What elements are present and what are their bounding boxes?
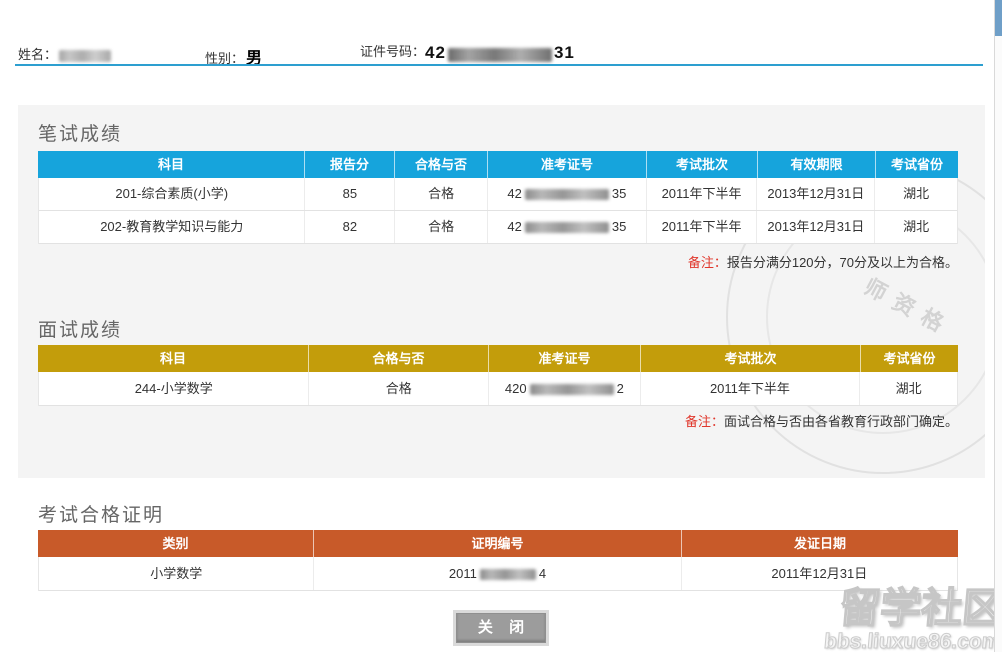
certificate-number-cell: 2011 4 [314, 557, 681, 590]
written-note: 备注：报告分满分120分，70分及以上为合格。 [38, 252, 958, 271]
id-number-suffix: 31 [554, 43, 575, 62]
column-header: 类别 [38, 530, 314, 557]
site-watermark: 留学社区 bbs.liuxue86.com [823, 588, 1002, 652]
subject-cell: 201-综合素质(小学) [39, 178, 305, 210]
interview-table-header: 科目 合格与否 准考证号 考试批次 考试省份 [38, 345, 958, 372]
certificate-table-header: 类别 证明编号 发证日期 [38, 530, 958, 557]
session-cell: 2011年下半年 [641, 372, 861, 405]
column-header: 考试省份 [876, 151, 958, 178]
written-score-table: 科目 报告分 合格与否 准考证号 考试批次 有效期限 考试省份 201-综合素质… [38, 151, 958, 244]
ticket-redacted [530, 384, 614, 395]
exam-score-page: 姓名： 性别：男 证件号码：4231 师资格 笔试成绩 科目 报告分 合格与否 … [0, 0, 1002, 652]
table-row: 202-教育教学知识与能力 82 合格 42 35 2011年下半年 2013年1… [39, 211, 957, 244]
note-text: 报告分满分120分，70分及以上为合格。 [727, 255, 958, 270]
session-cell: 2011年下半年 [647, 178, 758, 210]
ticket-suffix: 35 [612, 186, 626, 201]
column-header: 科目 [38, 345, 309, 372]
column-header: 合格与否 [309, 345, 489, 372]
column-header: 准考证号 [488, 151, 647, 178]
id-number-field: 证件号码：42 31 [360, 41, 575, 63]
certificate-title: 考试合格证明 [38, 500, 164, 527]
results-panel: 师资格 笔试成绩 科目 报告分 合格与否 准考证号 考试批次 有效期限 考试省份… [18, 105, 985, 478]
cert-number-prefix: 2011 [449, 566, 477, 581]
header-divider [15, 64, 983, 66]
note-label: 备注： [688, 255, 727, 270]
table-row: 244-小学数学 合格 420 2 2011年下半年 湖北 [39, 372, 957, 406]
pass-cell: 合格 [309, 372, 489, 405]
ticket-prefix: 420 [505, 381, 527, 396]
score-cell: 85 [305, 178, 395, 210]
ticket-cell: 420 2 [489, 372, 641, 405]
cert-number-redacted [480, 569, 536, 580]
ticket-redacted [525, 222, 609, 233]
id-number-prefix: 42 [425, 43, 446, 62]
written-table-header: 科目 报告分 合格与否 准考证号 考试批次 有效期限 考试省份 [38, 151, 958, 178]
column-header: 有效期限 [758, 151, 876, 178]
column-header: 科目 [38, 151, 305, 178]
column-header: 考试批次 [641, 345, 861, 372]
column-header: 证明编号 [314, 530, 682, 557]
column-header: 考试省份 [861, 345, 958, 372]
province-cell: 湖北 [875, 178, 957, 210]
name-redacted [59, 50, 111, 62]
identity-row: 姓名： 性别：男 证件号码：4231 [0, 44, 1002, 66]
ticket-suffix: 2 [617, 381, 624, 396]
close-button[interactable]: 关 闭 [456, 613, 546, 643]
ticket-cell: 42 35 [488, 178, 647, 210]
note-label: 备注： [685, 414, 724, 429]
session-cell: 2011年下半年 [647, 211, 758, 243]
ticket-prefix: 42 [507, 219, 521, 234]
name-label: 姓名： [18, 47, 57, 62]
ticket-redacted [525, 189, 609, 200]
column-header: 合格与否 [395, 151, 488, 178]
certificate-table: 类别 证明编号 发证日期 小学数学 20114 2011年12月31日 [38, 530, 958, 591]
note-text: 面试合格与否由各省教育行政部门确定。 [724, 414, 958, 429]
table-row: 201-综合素质(小学) 85 合格 42 35 2011年下半年 2013年12… [39, 178, 957, 211]
column-header: 报告分 [305, 151, 395, 178]
scrollbar-thumb[interactable] [995, 0, 1002, 36]
column-header: 考试批次 [647, 151, 758, 178]
province-cell: 湖北 [875, 211, 957, 243]
name-field: 姓名： [18, 44, 111, 63]
id-label: 证件号码： [360, 44, 425, 59]
score-cell: 82 [305, 211, 395, 243]
province-cell: 湖北 [860, 372, 957, 405]
ticket-cell: 42 35 [488, 211, 647, 243]
interview-score-title: 面试成绩 [38, 315, 122, 342]
category-cell: 小学数学 [39, 557, 314, 590]
written-score-title: 笔试成绩 [38, 119, 122, 146]
ticket-prefix: 42 [507, 186, 521, 201]
column-header: 准考证号 [489, 345, 641, 372]
site-watermark-title: 留学社区 [825, 588, 1002, 629]
valid-until-cell: 2013年12月31日 [757, 178, 875, 210]
subject-cell: 202-教育教学知识与能力 [39, 211, 305, 243]
scrollbar-track[interactable] [994, 0, 1002, 652]
valid-until-cell: 2013年12月31日 [757, 211, 875, 243]
pass-cell: 合格 [395, 178, 488, 210]
pass-cell: 合格 [395, 211, 488, 243]
column-header: 发证日期 [682, 530, 958, 557]
id-number-redacted [448, 48, 552, 62]
table-row: 小学数学 20114 2011年12月31日 [39, 557, 957, 591]
cert-number-suffix: 4 [539, 566, 546, 581]
interview-note: 备注：面试合格与否由各省教育行政部门确定。 [38, 411, 958, 430]
subject-cell: 244-小学数学 [39, 372, 309, 405]
interview-score-table: 科目 合格与否 准考证号 考试批次 考试省份 244-小学数学 合格 420 2 … [38, 345, 958, 406]
ticket-suffix: 35 [612, 219, 626, 234]
site-watermark-url: bbs.liuxue86.com [823, 631, 1001, 652]
